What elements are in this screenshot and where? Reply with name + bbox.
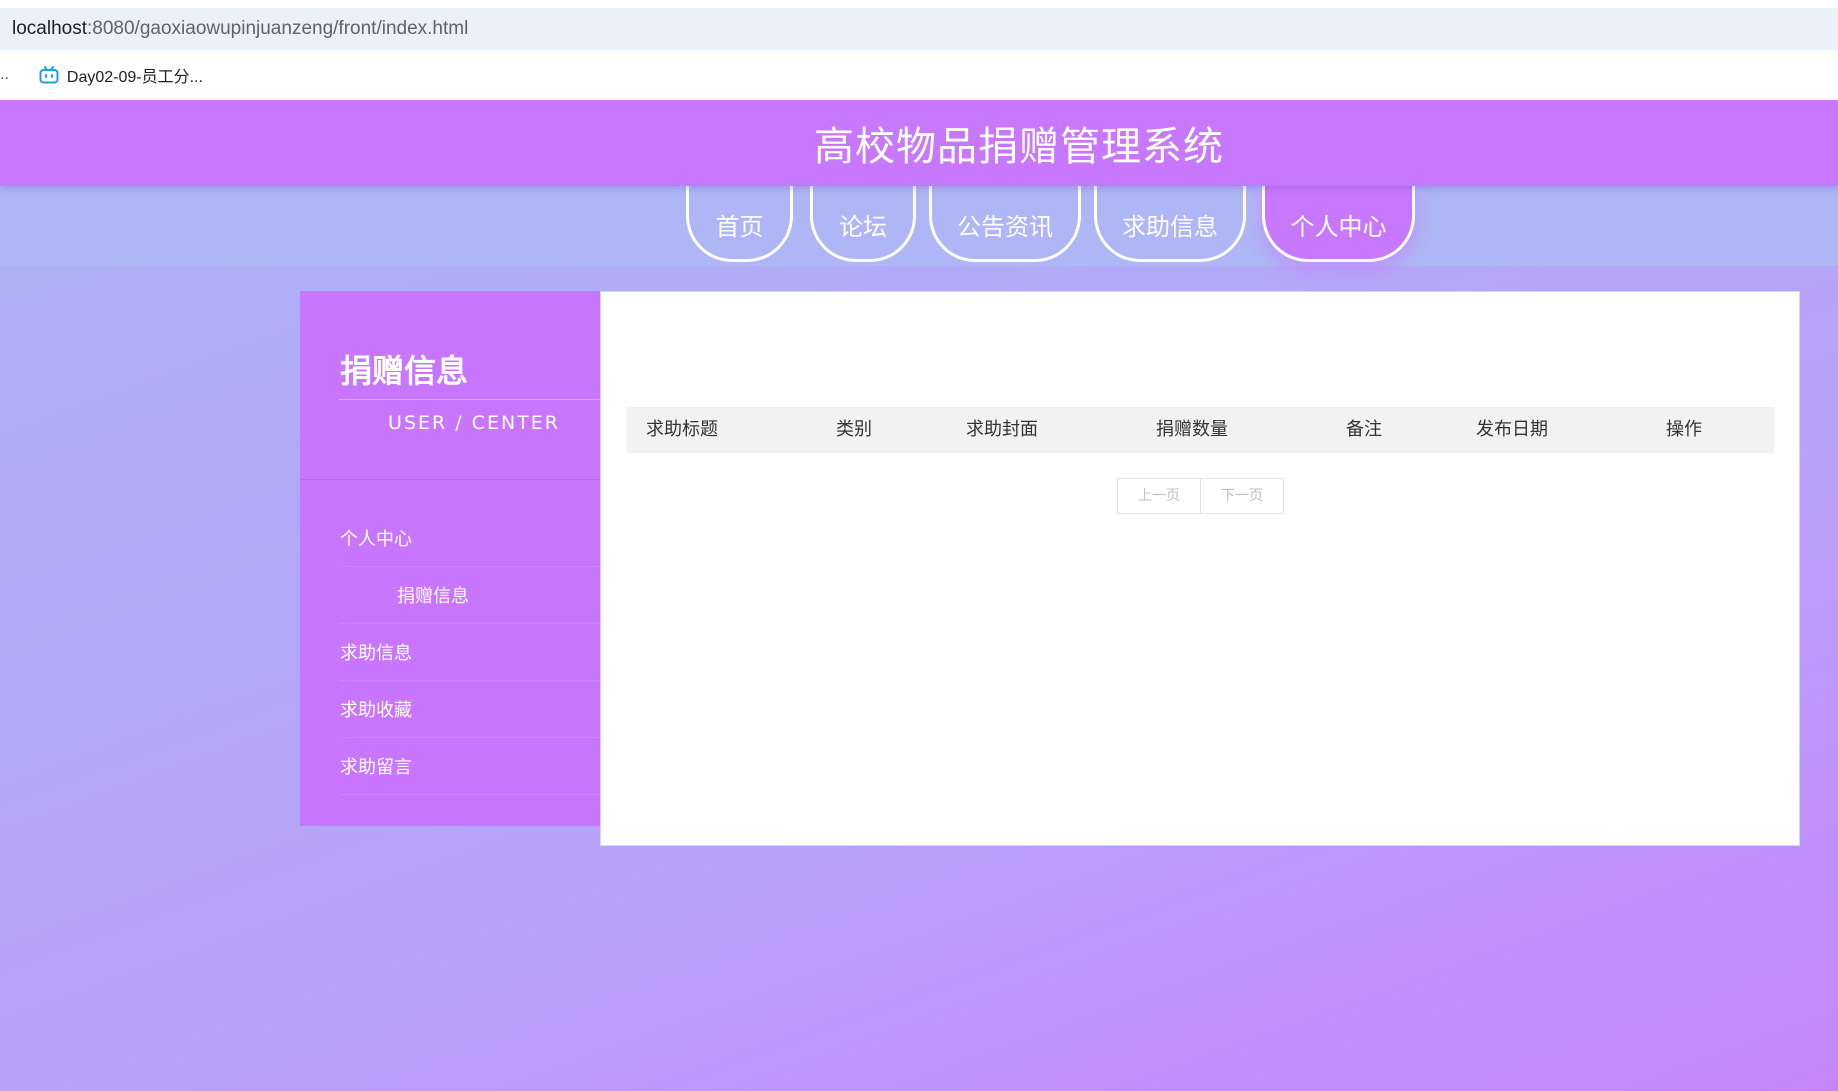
nav-item-announcements[interactable]: 公告资讯 [929,182,1081,262]
url-host: localhost [12,18,87,39]
bookmark-label: Day02-09-员工分... [66,69,203,86]
nav-item-forum[interactable]: 论坛 [810,182,916,262]
page-background: 高校物品捐赠管理系统 首页 论坛 公告资讯 求助信息 个人中心 捐赠信息 USE… [0,100,1838,1091]
sidebar-heading: 捐赠信息 [340,352,469,390]
sidebar-subheading: USER / CENTER [388,412,560,434]
sidebar-item-user-center[interactable]: 个人中心 [340,510,600,567]
sidebar-item-label: 求助信息 [340,643,412,664]
sidebar-item-help-favorites[interactable]: 求助收藏 [340,681,600,738]
sidebar: 捐赠信息 USER / CENTER 个人中心 捐赠信息 求助信息 求助收藏 求… [300,291,600,826]
column-header: 操作 [1666,419,1702,440]
nav-label: 首页 [715,213,764,241]
column-header: 发布日期 [1476,419,1548,440]
sidebar-item-label: 个人中心 [340,529,412,550]
sidebar-item-label: 捐赠信息 [397,586,469,607]
nav-label: 个人中心 [1290,213,1387,241]
table-header: 求助标题 类别 求助封面 捐赠数量 备注 发布日期 操作 [627,407,1774,453]
heading-divider [338,399,600,400]
nav-label: 论坛 [839,213,887,241]
sidebar-menu: 个人中心 捐赠信息 求助信息 求助收藏 求助留言 [340,510,600,795]
url-path: :8080/gaoxiaowupinjuanzeng/front/index.h… [87,18,469,39]
column-header: 类别 [836,419,872,440]
nav-item-user-center[interactable]: 个人中心 [1262,182,1415,262]
bookmark-item[interactable]: Day02-09-员工分... [39,63,203,87]
next-page-button[interactable]: 下一页 [1200,479,1283,513]
nav-item-help-info[interactable]: 求助信息 [1094,182,1246,262]
sidebar-item-label: 求助收藏 [340,700,412,721]
main-nav: 首页 论坛 公告资讯 求助信息 个人中心 [0,182,1838,266]
nav-label: 公告资讯 [957,213,1053,241]
column-header: 备注 [1346,419,1382,440]
nav-label: 求助信息 [1122,213,1218,241]
pagination: 上一页 下一页 [1117,478,1284,514]
column-header: 求助封面 [966,419,1038,440]
sidebar-divider [300,479,600,480]
prev-page-button[interactable]: 上一页 [1118,479,1200,513]
bilibili-icon [39,66,59,84]
sidebar-item-label: 求助留言 [340,757,412,778]
address-bar[interactable]: localhost:8080/gaoxiaowupinjuanzeng/fron… [0,8,1838,50]
column-header: 捐赠数量 [1156,419,1228,440]
sidebar-item-help-info[interactable]: 求助信息 [340,624,600,681]
site-title: 高校物品捐赠管理系统 [814,124,1224,170]
url-text[interactable]: localhost:8080/gaoxiaowupinjuanzeng/fron… [12,18,468,40]
bookmarks-overflow[interactable]: .. [0,66,9,84]
sidebar-item-help-messages[interactable]: 求助留言 [340,738,600,795]
column-header: 求助标题 [646,419,718,440]
bookmarks-bar: .. Day02-09-员工分... [0,50,1838,100]
site-header: 高校物品捐赠管理系统 [0,100,1838,186]
sidebar-item-donation-info[interactable]: 捐赠信息 [340,567,600,624]
nav-item-home[interactable]: 首页 [686,182,793,262]
main-content: 求助标题 类别 求助封面 捐赠数量 备注 发布日期 操作 上一页 下一页 [600,291,1800,846]
